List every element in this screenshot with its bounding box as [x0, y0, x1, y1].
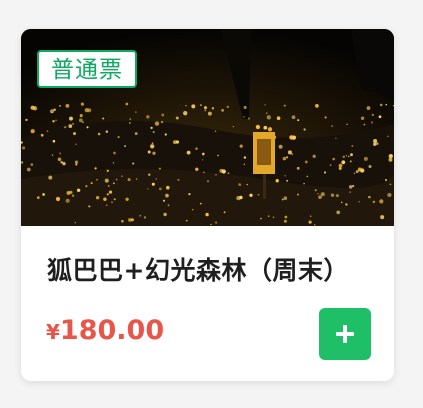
ticket-photo: 普通票: [21, 29, 394, 226]
ticket-card[interactable]: 普通票 狐巴巴+幻光森林（周末） ¥180.00: [21, 29, 394, 381]
price-amount: 180.00: [59, 315, 165, 346]
ticket-price: ¥180.00: [46, 315, 164, 346]
ticket-type-badge: 普通票: [37, 50, 137, 88]
currency-symbol: ¥: [46, 320, 60, 344]
add-to-cart-button[interactable]: [319, 308, 371, 360]
ticket-title: 狐巴巴+幻光森林（周末）: [47, 256, 349, 285]
